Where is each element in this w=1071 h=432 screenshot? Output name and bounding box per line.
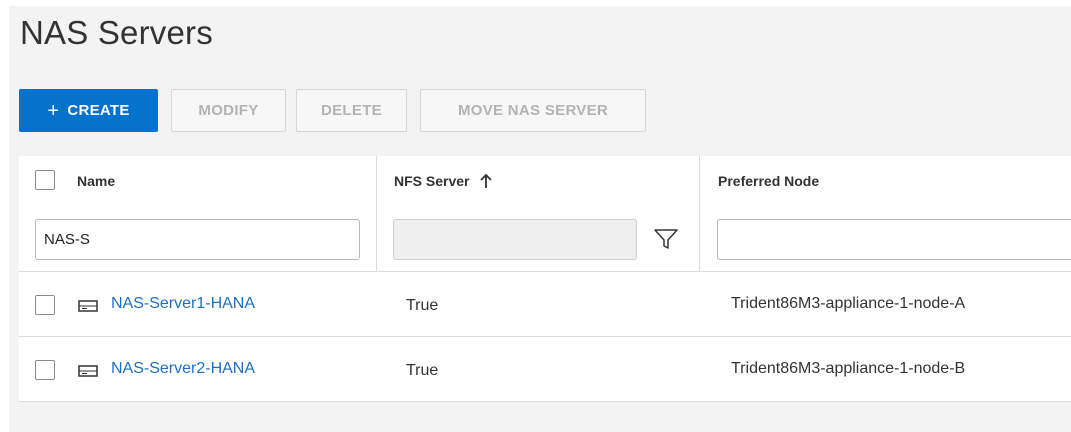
delete-button[interactable]: DELETE <box>296 89 407 132</box>
table-row[interactable]: NAS-Server2-HANA True Trident86M3-applia… <box>19 338 1071 402</box>
table-header: Name NFS Server Preferred Node <box>19 156 1071 272</box>
server-icon <box>78 365 98 377</box>
delete-button-label: DELETE <box>321 102 382 119</box>
column-divider <box>699 156 700 272</box>
name-filter-input[interactable] <box>35 219 360 260</box>
funnel-icon[interactable] <box>653 227 679 251</box>
column-divider <box>376 156 377 272</box>
modify-button-label: MODIFY <box>198 102 259 119</box>
plus-icon: + <box>47 99 60 122</box>
nas-server-link[interactable]: NAS-Server1-HANA <box>111 295 255 313</box>
preferred-node-value: Trident86M3-appliance-1-node-B <box>731 360 966 377</box>
nas-server-link[interactable]: NAS-Server2-HANA <box>111 360 255 378</box>
nfs-server-filter-input[interactable] <box>393 219 637 260</box>
row-checkbox[interactable] <box>35 360 55 380</box>
select-all-checkbox[interactable] <box>35 170 55 190</box>
modify-button[interactable]: MODIFY <box>171 89 286 132</box>
table-row[interactable]: NAS-Server1-HANA True Trident86M3-applia… <box>19 273 1071 337</box>
nfs-server-value: True <box>406 297 439 314</box>
move-nas-server-button-label: MOVE NAS SERVER <box>457 102 609 119</box>
create-button[interactable]: + CREATE <box>19 89 158 132</box>
page-title: NAS Servers <box>20 14 213 51</box>
nfs-server-value: True <box>406 362 439 379</box>
column-header-name[interactable]: Name <box>77 173 115 189</box>
create-button-label: CREATE <box>67 102 130 119</box>
arrow-up-icon[interactable] <box>479 173 493 189</box>
nas-servers-table: Name NFS Server Preferred Node NAS-Serve… <box>19 156 1071 402</box>
row-checkbox[interactable] <box>35 295 55 315</box>
column-header-nfs-server[interactable]: NFS Server <box>394 173 469 189</box>
move-nas-server-button[interactable]: MOVE NAS SERVER <box>420 89 646 132</box>
server-icon <box>78 300 98 312</box>
preferred-node-value: Trident86M3-appliance-1-node-A <box>731 295 966 312</box>
preferred-node-filter-input[interactable] <box>717 219 1071 260</box>
column-header-preferred-node[interactable]: Preferred Node <box>718 173 819 189</box>
